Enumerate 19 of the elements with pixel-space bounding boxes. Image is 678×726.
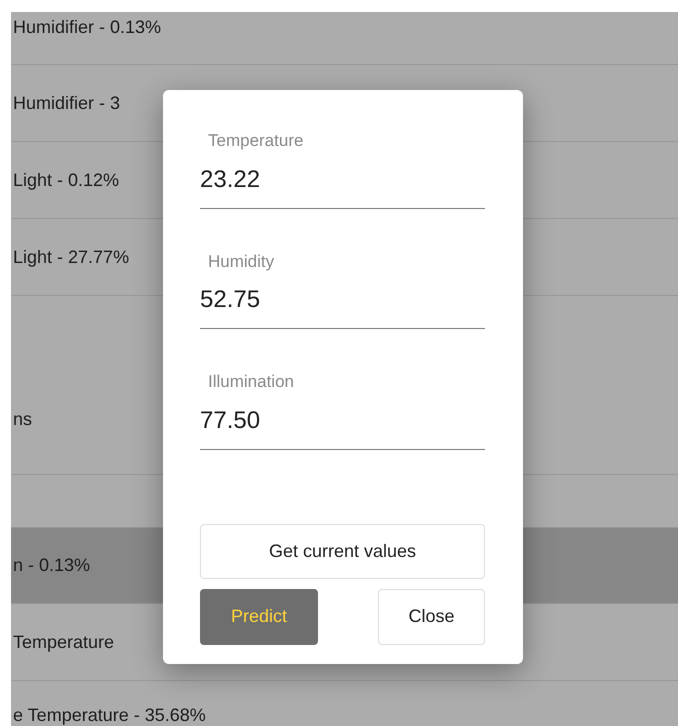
- close-button[interactable]: Close: [378, 588, 485, 644]
- row-text: Temperature: [13, 630, 114, 654]
- input-field[interactable]: 23.22: [200, 162, 485, 208]
- field-label: Illumination: [208, 371, 294, 393]
- list-row[interactable]: e Temperature - 35.68%: [11, 681, 678, 726]
- field-label: Temperature: [208, 130, 304, 152]
- row-text: ns: [13, 408, 32, 430]
- row-text: Light - 0.12%: [13, 168, 120, 192]
- field-label: Humidity: [208, 250, 274, 272]
- input-field[interactable]: 52.75: [200, 282, 485, 329]
- predict-button[interactable]: Predict: [200, 588, 318, 644]
- list-row[interactable]: Humidifier - 0.13%: [11, 12, 678, 65]
- row-text: Humidifier - 3: [13, 92, 120, 114]
- row-text: n - 0.13%: [13, 554, 90, 577]
- row-text: Humidifier - 0.13%: [13, 16, 162, 39]
- input-field[interactable]: 77.50: [200, 402, 485, 450]
- get-values-button[interactable]: Get current values: [200, 524, 485, 578]
- row-text: Light - 27.77%: [13, 246, 130, 269]
- row-text: e Temperature - 35.68%: [13, 704, 206, 726]
